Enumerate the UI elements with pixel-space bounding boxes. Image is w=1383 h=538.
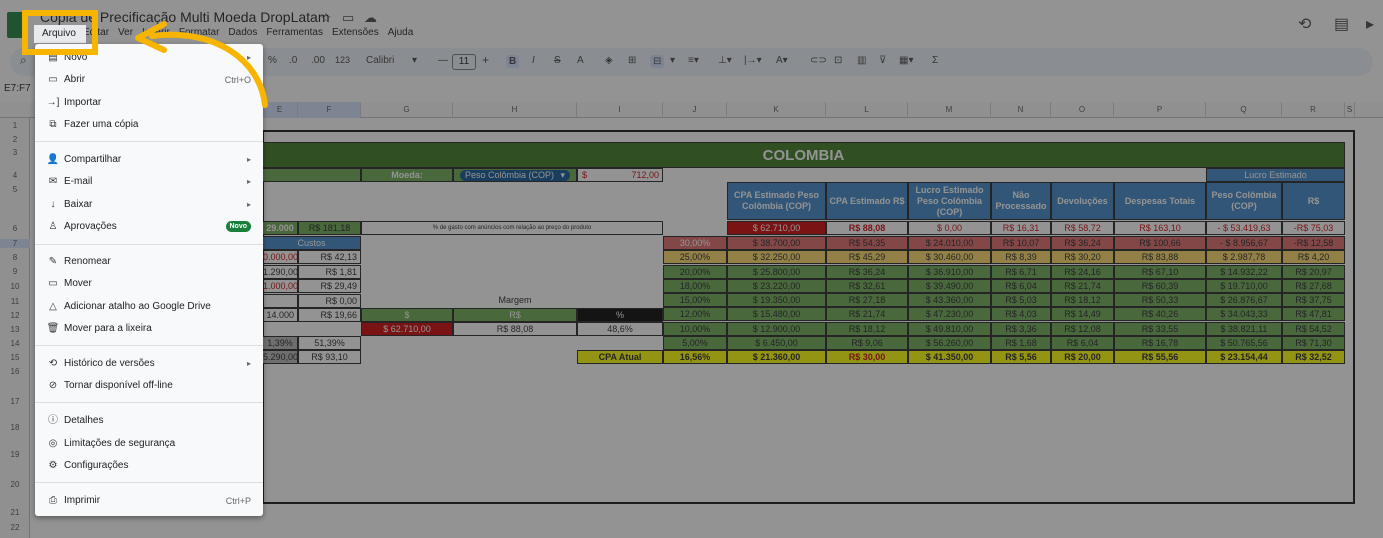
move-icon: ▭ — [48, 278, 58, 289]
menu-item-lixeira[interactable]: 🗑 Mover para a lixeira — [35, 319, 263, 339]
chevron-right-icon: ▸ — [246, 155, 251, 164]
arrow-annotation — [135, 21, 268, 108]
menu-divider — [35, 482, 263, 483]
menu-item-email[interactable]: ✉ E-mail ▸ — [35, 172, 263, 192]
new-badge: Novo — [225, 221, 251, 232]
menu-item-historico[interactable]: ⟲ Histórico de versões ▸ — [35, 354, 263, 374]
menu-divider — [35, 244, 263, 245]
menu-item-offline[interactable]: ⊘ Tornar disponível off-line — [35, 376, 263, 396]
menu-item-aprovacoes[interactable]: ♙ Aprovações Novo — [35, 217, 263, 237]
folder-icon: ▭ — [48, 74, 58, 85]
shield-icon: ◎ — [48, 438, 58, 449]
chevron-right-icon: ▸ — [246, 359, 251, 368]
menu-item-configuracoes[interactable]: ⚙ Configurações — [35, 456, 263, 476]
menu-item-detalhes[interactable]: ⓘ Detalhes — [35, 411, 263, 431]
history-icon: ⟲ — [48, 358, 58, 369]
menu-item-atalho[interactable]: △ Adicionar atalho ao Google Drive — [35, 297, 263, 317]
print-icon: ⎙ — [49, 495, 57, 506]
menu-item-imprimir[interactable]: ⎙ Imprimir Ctrl+P — [35, 491, 263, 511]
approvals-icon: ♙ — [48, 221, 58, 232]
trash-icon: 🗑 — [46, 323, 60, 334]
gear-icon: ⚙ — [48, 460, 58, 471]
highlight-box — [22, 10, 98, 55]
copy-icon: ⧉ — [49, 119, 57, 130]
menu-divider — [35, 345, 263, 346]
menu-item-mover[interactable]: ▭ Mover — [35, 274, 263, 294]
pencil-icon: ✎ — [48, 256, 58, 267]
menu-item-limitacoes[interactable]: ◎ Limitações de segurança — [35, 434, 263, 454]
menu-item-renomear[interactable]: ✎ Renomear — [35, 252, 263, 272]
chevron-right-icon: ▸ — [246, 200, 251, 209]
menu-item-copia[interactable]: ⧉ Fazer uma cópia — [35, 115, 263, 135]
menu-divider — [35, 402, 263, 403]
offline-icon: ⊘ — [48, 380, 58, 391]
chevron-right-icon: ▸ — [246, 177, 251, 186]
menu-item-baixar[interactable]: ↓ Baixar ▸ — [35, 195, 263, 215]
download-icon: ↓ — [50, 199, 56, 210]
menu-item-compartilhar[interactable]: 👤 Compartilhar ▸ — [35, 150, 263, 170]
import-icon: →] — [46, 97, 60, 108]
mail-icon: ✉ — [48, 176, 58, 187]
drive-shortcut-icon: △ — [49, 301, 57, 312]
share-icon: 👤 — [46, 154, 60, 165]
info-icon: ⓘ — [48, 415, 58, 426]
menu-divider — [35, 141, 263, 142]
